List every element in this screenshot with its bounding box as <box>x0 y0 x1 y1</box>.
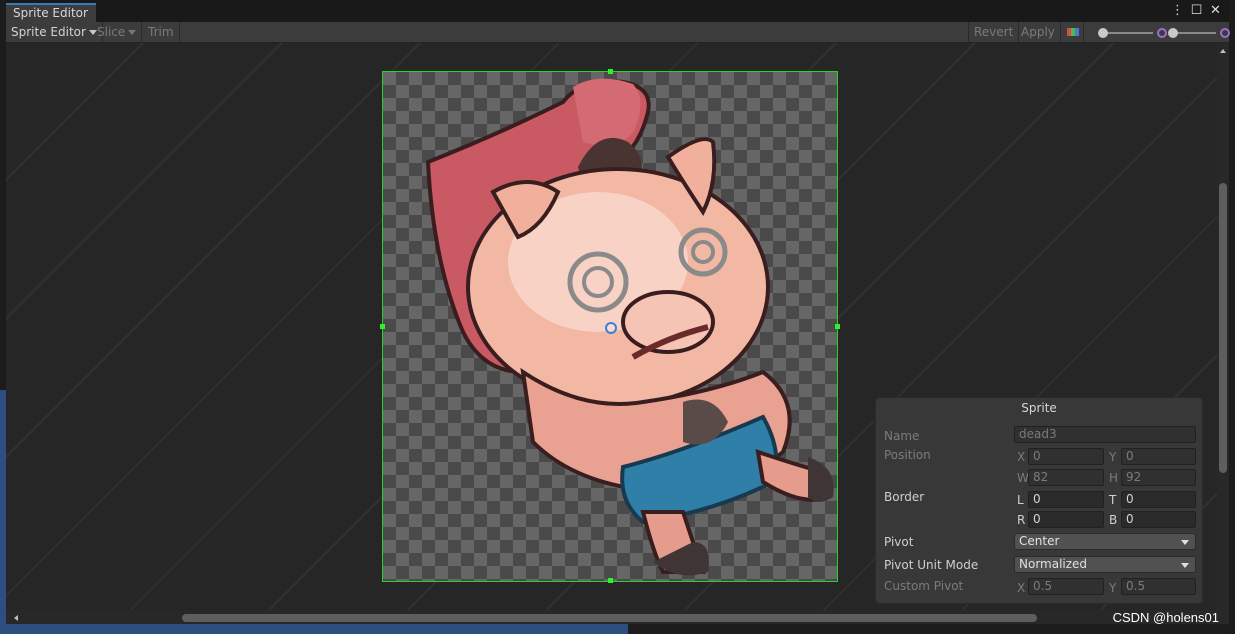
horizontal-scroll-thumb[interactable] <box>182 614 1037 622</box>
chevron-down-icon <box>1181 563 1189 568</box>
scroll-left-icon[interactable] <box>11 612 21 624</box>
mip-knob[interactable] <box>1168 28 1178 38</box>
slice-label: Slice <box>97 25 126 39</box>
l-label: L <box>1017 493 1024 507</box>
trim-button[interactable]: Trim <box>143 22 180 42</box>
border-top-field[interactable]: 0 <box>1121 491 1196 508</box>
pivot-value: Center <box>1019 534 1060 548</box>
height-field[interactable]: 92 <box>1121 469 1196 486</box>
close-icon[interactable]: ✕ <box>1208 3 1223 18</box>
rgb-channel-icon <box>1067 28 1079 36</box>
left-handle[interactable] <box>380 324 385 329</box>
watermark-text: CSDN @holens01 <box>1112 610 1219 625</box>
revert-button[interactable]: Revert <box>968 22 1020 42</box>
bottom-strip-dark <box>628 624 1229 634</box>
tab-bar: Sprite Editor ⋮ ☐ ✕ <box>6 0 1229 22</box>
window-controls: ⋮ ☐ ✕ <box>1170 3 1223 18</box>
panel-title: Sprite <box>1021 401 1057 415</box>
color-channel-toggle[interactable] <box>1062 22 1084 42</box>
border-right-field[interactable]: 0 <box>1028 511 1104 528</box>
custom-pivot-x-field[interactable]: 0.5 <box>1028 578 1104 595</box>
vertical-scroll-thumb[interactable] <box>1219 183 1227 473</box>
horizontal-scrollbar[interactable] <box>6 610 1217 624</box>
sprite-selection-rect[interactable] <box>380 69 840 583</box>
toolbar: Sprite Editor Slice Trim Revert Apply <box>6 22 1230 43</box>
pivot-dropdown[interactable]: Center <box>1014 533 1196 550</box>
position-label: Position <box>884 448 931 462</box>
custom-pivot-y-field[interactable]: 0.5 <box>1121 578 1196 595</box>
slice-dropdown[interactable]: Slice <box>92 22 143 42</box>
sprite-editor-window: Sprite Editor ⋮ ☐ ✕ Sprite Editor Slice … <box>6 0 1230 634</box>
position-y-field[interactable]: 0 <box>1121 448 1196 465</box>
custom-pivot-y-label: Y <box>1109 581 1117 595</box>
chevron-down-icon <box>128 30 137 35</box>
top-handle[interactable] <box>608 69 613 74</box>
sprite-inspector-panel: Sprite Name dead3 Position X 0 Y 0 W 82 … <box>875 397 1203 604</box>
scroll-up-icon[interactable] <box>1217 46 1229 56</box>
pivot-unit-mode-value: Normalized <box>1019 557 1088 571</box>
border-left-field[interactable]: 0 <box>1028 491 1104 508</box>
mipmap-icon <box>1157 28 1167 38</box>
pivot-label: Pivot <box>884 535 914 549</box>
pivot-unit-mode-label: Pivot Unit Mode <box>884 558 979 572</box>
right-handle[interactable] <box>835 324 840 329</box>
r-label: R <box>1017 513 1026 527</box>
zoom-knob[interactable] <box>1098 28 1108 38</box>
t-label: T <box>1109 493 1117 507</box>
y-label: Y <box>1109 450 1117 464</box>
apply-button[interactable]: Apply <box>1016 22 1061 42</box>
custom-pivot-x-label: X <box>1017 581 1026 595</box>
pivot-unit-mode-dropdown[interactable]: Normalized <box>1014 556 1196 573</box>
mipmap-large-icon <box>1220 28 1230 38</box>
editor-mode-dropdown[interactable]: Sprite Editor <box>6 22 103 42</box>
h-label: H <box>1109 471 1119 485</box>
b-label: B <box>1109 513 1118 527</box>
bottom-handle[interactable] <box>608 578 613 583</box>
width-field[interactable]: 82 <box>1028 469 1104 486</box>
tab-sprite-editor[interactable]: Sprite Editor <box>6 3 96 22</box>
name-label: Name <box>884 429 920 443</box>
sprite-canvas[interactable]: Sprite Name dead3 Position X 0 Y 0 W 82 … <box>6 43 1217 610</box>
pivot-handle[interactable] <box>605 322 617 334</box>
editor-mode-label: Sprite Editor <box>11 25 86 39</box>
position-x-field[interactable]: 0 <box>1028 448 1104 465</box>
custom-pivot-label: Custom Pivot <box>884 579 964 593</box>
border-bottom-field[interactable]: 0 <box>1121 511 1196 528</box>
chevron-down-icon <box>1181 540 1189 545</box>
zoom-slider[interactable] <box>1096 26 1230 40</box>
border-label: Border <box>884 490 925 504</box>
maximize-icon[interactable]: ☐ <box>1189 3 1204 18</box>
x-label: X <box>1017 450 1026 464</box>
vertical-scrollbar[interactable] <box>1217 43 1229 610</box>
more-menu-icon[interactable]: ⋮ <box>1170 3 1185 18</box>
name-field[interactable]: dead3 <box>1014 426 1196 443</box>
zoom-track <box>1103 32 1153 34</box>
right-edge <box>1229 0 1235 634</box>
